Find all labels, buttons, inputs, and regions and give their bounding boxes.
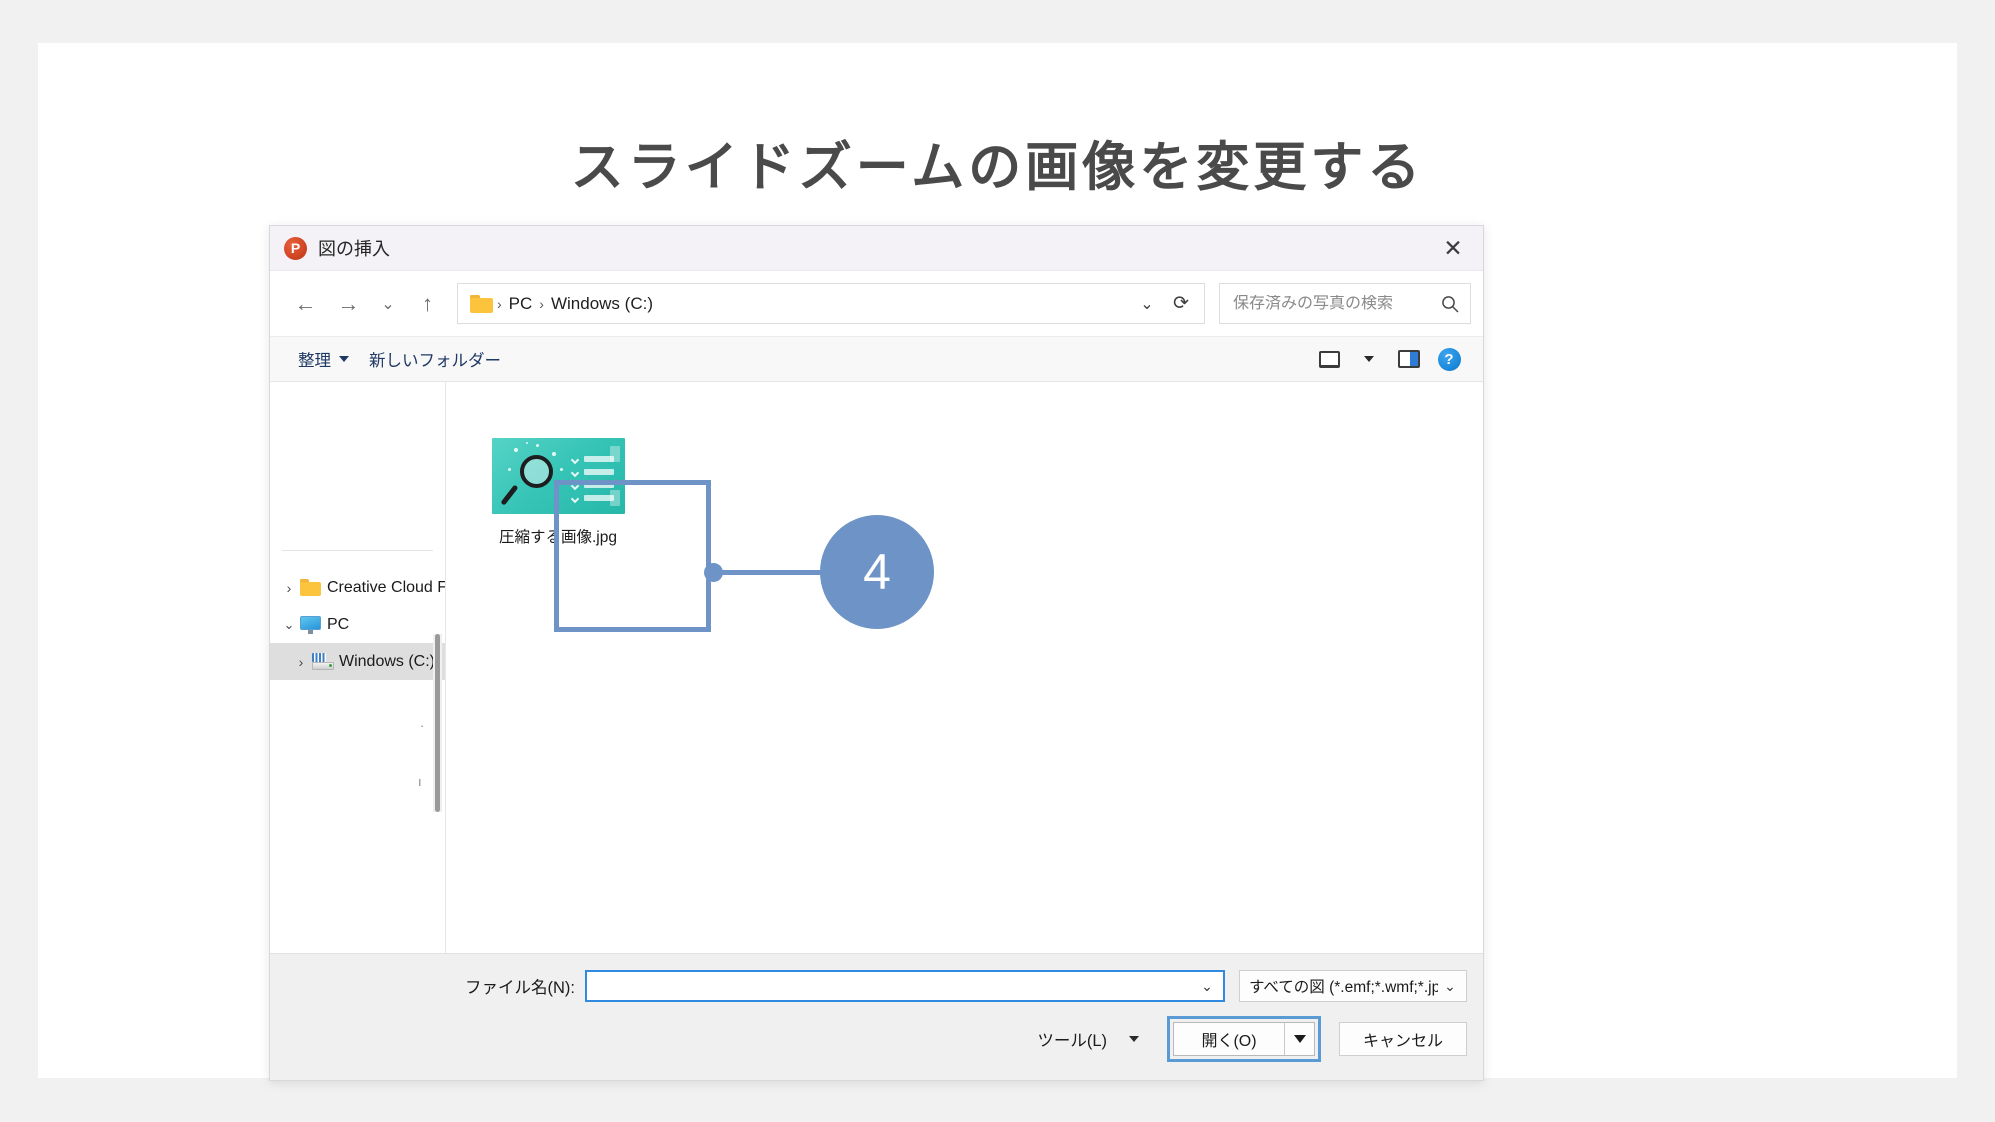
open-button-highlight: 開く(O) [1167,1016,1321,1062]
organize-button[interactable]: 整理 [288,342,359,376]
chevron-down-icon [1364,356,1374,362]
callout-connector-dot [704,563,723,582]
insert-picture-dialog: P 図の挿入 ✕ ← → ⌄ ↑ › PC › Windows (C:) ⌄ ⟳… [269,225,1484,1081]
preview-pane-icon [1398,350,1420,368]
search-icon [1442,295,1459,313]
filename-row: ファイル名(N): ⌄ すべての図 (*.emf;*.wmf;*.jpg;*.j… [286,970,1467,1002]
file-list-pane[interactable]: 圧縮する画像.jpg [446,382,1483,953]
chevron-right-icon[interactable]: › [290,654,312,670]
filetype-value: すべての図 (*.emf;*.wmf;*.jpg;*.j| [1249,979,1438,996]
new-folder-button[interactable]: 新しいフォルダー [359,342,511,376]
sidebar-item-label: PC [327,615,350,633]
sidebar-clipped-item: ı [418,774,422,789]
view-layout-button[interactable] [1309,343,1349,375]
sidebar-item-label: Windows (C:) [339,652,436,670]
drive-icon [312,652,339,671]
breadcrumb: › PC › Windows (C:) [497,294,1130,314]
search-input[interactable] [1233,294,1440,313]
list-item[interactable]: 圧縮する画像.jpg [463,402,653,582]
sidebar-divider [282,550,433,551]
filename-field[interactable]: ⌄ [585,970,1225,1002]
view-options-button[interactable] [1349,343,1389,375]
chevron-down-icon [339,356,349,362]
folder-icon [470,294,493,313]
chevron-down-icon [1129,1036,1139,1042]
breadcrumb-item-pc[interactable]: PC [502,294,540,314]
up-button[interactable]: ↑ [406,284,449,324]
folder-icon [300,579,327,596]
magnifier-checklist-thumbnail [491,437,625,514]
dialog-body: › Creative Cloud F ⌄ PC › Windows (C:) ·… [270,382,1483,953]
slide-title: スライドズームの画像を変更する [570,138,1425,197]
filetype-dropdown[interactable]: すべての図 (*.emf;*.wmf;*.jpg;*.j| ⌄ [1239,970,1467,1002]
navigation-sidebar: › Creative Cloud F ⌄ PC › Windows (C:) ·… [270,382,446,953]
sidebar-item-creative-cloud[interactable]: › Creative Cloud F [270,569,445,606]
organize-label: 整理 [298,352,331,370]
chevron-down-icon [1293,1035,1306,1043]
search-box[interactable] [1219,283,1471,324]
powerpoint-icon: P [284,236,307,260]
sidebar-item-pc[interactable]: ⌄ PC [270,606,445,643]
chevron-down-icon[interactable]: ⌄ [1130,287,1164,321]
sidebar-clipped-item: · [420,718,425,733]
new-folder-label: 新しいフォルダー [369,352,501,370]
sidebar-item-label: Creative Cloud F [327,578,445,596]
chevron-down-icon[interactable]: ⌄ [1438,978,1462,995]
forward-button[interactable]: → [327,284,370,324]
tools-label: ツール(L) [1037,1032,1107,1050]
sidebar-scrollbar-thumb[interactable] [435,634,440,812]
back-button[interactable]: ← [284,284,327,324]
dialog-titlebar: P 図の挿入 ✕ [270,226,1483,271]
refresh-icon[interactable]: ⟳ [1164,287,1198,321]
step-number-badge: 4 [820,515,934,629]
chevron-down-icon[interactable]: ⌄ [278,617,300,633]
tools-button[interactable]: ツール(L) [1027,1021,1149,1057]
action-row: ツール(L) 開く(O) キャンセル [286,1016,1467,1062]
file-name-label: 圧縮する画像.jpg [499,528,617,546]
open-button-label: 開く(O) [1201,1033,1257,1050]
navigation-bar: ← → ⌄ ↑ › PC › Windows (C:) ⌄ ⟳ [270,271,1483,336]
view-layout-icon [1318,350,1340,368]
recent-locations-button[interactable]: ⌄ [370,284,406,324]
open-button[interactable]: 開く(O) [1173,1022,1315,1056]
open-split-arrow[interactable] [1284,1023,1314,1055]
close-icon[interactable]: ✕ [1431,230,1475,266]
chevron-right-icon[interactable]: › [278,580,300,596]
sidebar-item-windows-c[interactable]: › Windows (C:) [270,643,445,680]
filename-input[interactable] [593,977,1195,995]
sidebar-scrollbar[interactable] [433,634,442,812]
command-toolbar: 整理 新しいフォルダー ? [270,336,1483,382]
help-icon: ? [1437,347,1461,371]
pc-icon [300,615,327,634]
dialog-footer: ファイル名(N): ⌄ すべての図 (*.emf;*.wmf;*.jpg;*.j… [270,953,1483,1080]
cancel-button[interactable]: キャンセル [1339,1022,1467,1056]
slide-canvas: スライドズームの画像を変更する P 図の挿入 ✕ ← → ⌄ ↑ › PC › [38,43,1957,1081]
preview-pane-button[interactable] [1389,343,1429,375]
breadcrumb-item-windows-c[interactable]: Windows (C:) [544,294,660,314]
address-bar[interactable]: › PC › Windows (C:) ⌄ ⟳ [457,283,1205,324]
dialog-title: 図の挿入 [318,239,390,259]
help-button[interactable]: ? [1429,343,1469,375]
filename-label: ファイル名(N): [465,979,575,997]
chevron-down-icon[interactable]: ⌄ [1195,978,1219,995]
